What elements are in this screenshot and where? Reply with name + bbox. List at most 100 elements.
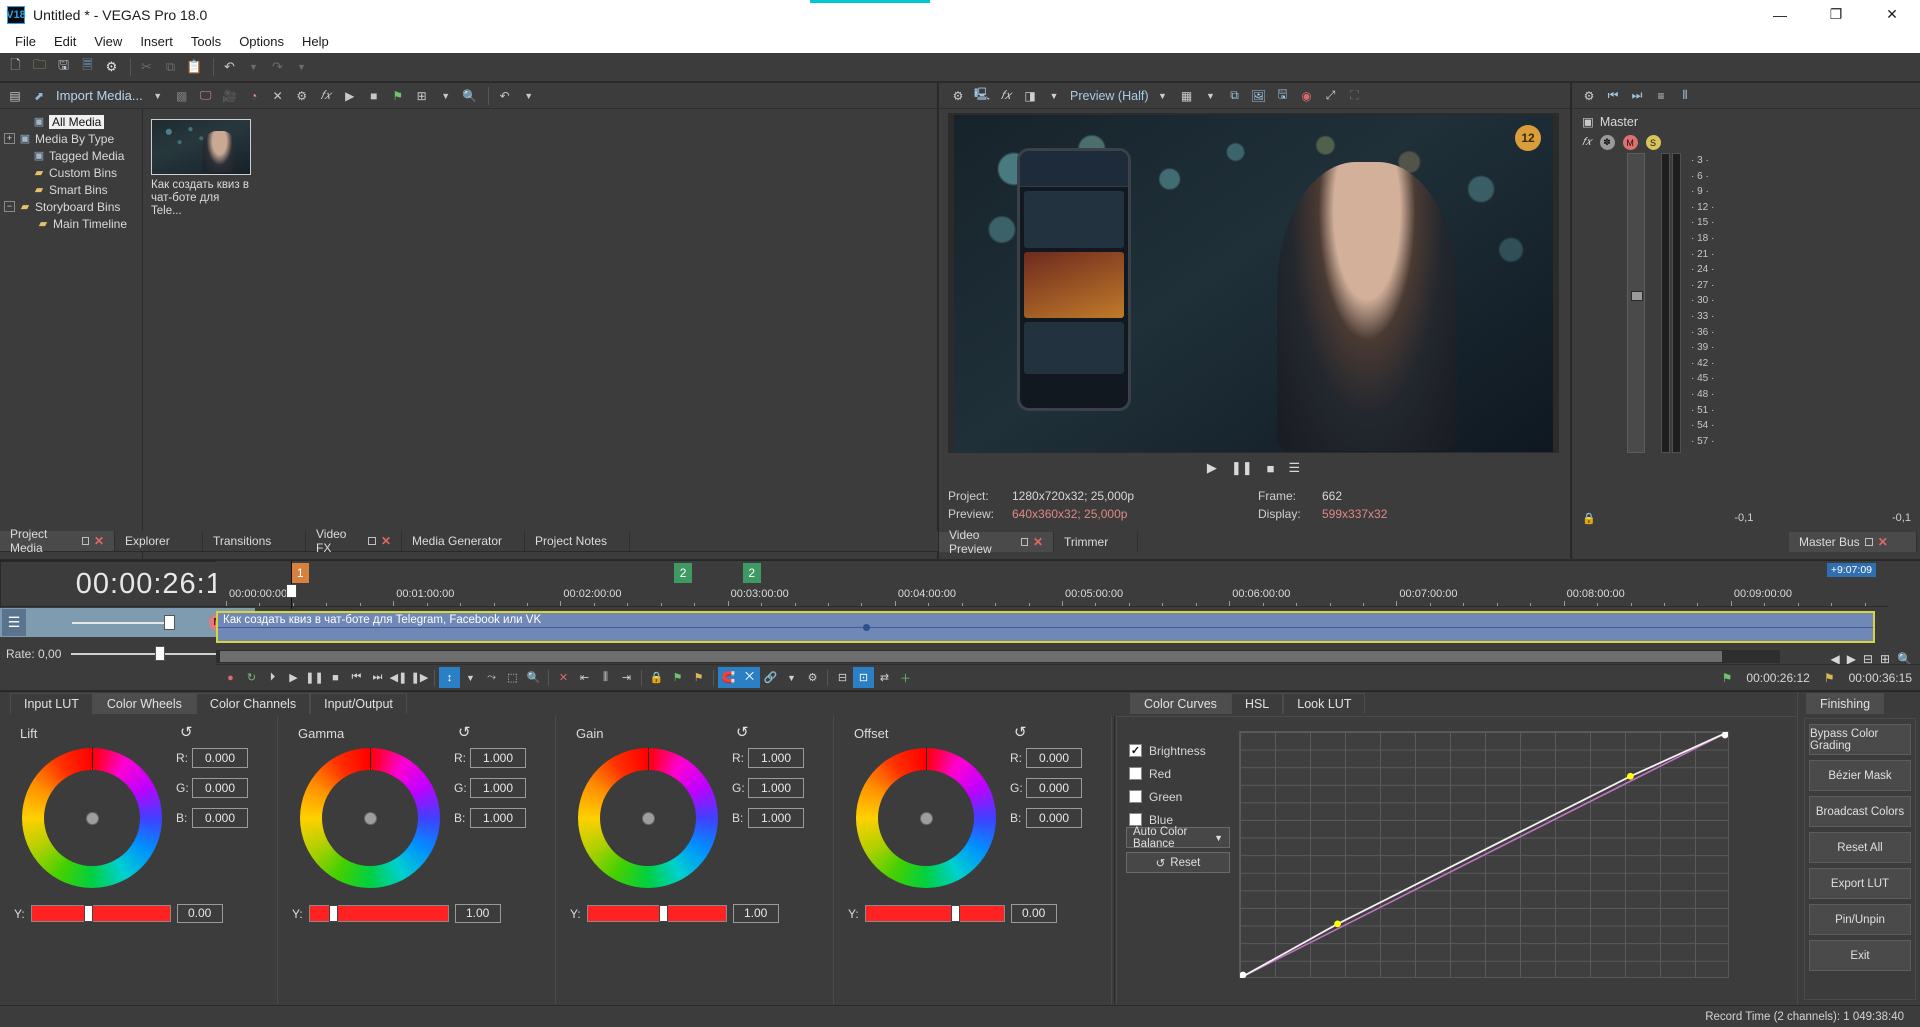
gamma-g-input[interactable]: 1.000 (470, 778, 526, 798)
color-curve-graph[interactable] (1239, 731, 1729, 978)
wheel-reset-icon[interactable]: ↺ (736, 723, 749, 741)
record-button[interactable]: ● (220, 667, 241, 688)
export-lut-button[interactable]: Export LUT (1809, 868, 1911, 899)
reset-curves-button[interactable]: ↺ Reset (1126, 852, 1230, 873)
timeline-horizontal-scrollbar[interactable] (216, 650, 1780, 663)
show-bus-tracks-icon[interactable]: ⦀ (1674, 85, 1696, 107)
y-slider-knob[interactable] (329, 905, 338, 922)
menu-help[interactable]: Help (293, 32, 338, 51)
offset-b-input[interactable]: 0.000 (1026, 808, 1082, 828)
tab-project-notes[interactable]: Project Notes (525, 531, 630, 551)
zoom-edit-tool-button[interactable]: 🔍 (523, 667, 544, 688)
tab-transitions[interactable]: Transitions (203, 531, 306, 551)
lift-y-slider[interactable] (30, 905, 171, 922)
tab-video-preview[interactable]: Video Preview ✕ (939, 528, 1054, 556)
lock-icon[interactable]: 🔒 (1582, 512, 1596, 525)
bezier-mask-button[interactable]: Bézier Mask (1809, 760, 1911, 791)
ripple-dropdown-icon[interactable]: ▼ (781, 667, 802, 688)
lift-y-input[interactable]: 0.00 (176, 904, 223, 923)
wheel-handle[interactable] (641, 811, 655, 825)
tab-project-media[interactable]: Project Media ✕ (0, 527, 115, 555)
marker-band[interactable]: 1 2 2 (216, 561, 1888, 586)
tab-trimmer[interactable]: Trimmer (1054, 532, 1138, 552)
media-item[interactable]: Как создать квиз в чат-боте для Tele... (151, 119, 251, 218)
curve-control-point[interactable] (1721, 732, 1728, 739)
wheel-handle[interactable] (85, 811, 99, 825)
slider-knob[interactable] (164, 615, 175, 630)
undo-icon[interactable]: ↶ (219, 57, 240, 78)
fullscreen-icon[interactable]: ⛶ (1344, 85, 1366, 107)
y-slider-knob[interactable] (659, 905, 669, 922)
loop-playback-button[interactable]: ↻ (241, 667, 262, 688)
offset-color-wheel[interactable] (856, 748, 996, 888)
wheel-handle[interactable] (363, 811, 377, 825)
normal-edit-tool-button[interactable]: ↕ (439, 667, 460, 688)
automation-settings-icon[interactable]: ✽ (1599, 135, 1615, 150)
project-properties-icon[interactable]: ⚙ (101, 57, 122, 78)
media-properties-icon[interactable]: ⚙ (291, 85, 313, 107)
media-fx-icon[interactable]: 𝑓𝑥 (315, 85, 337, 107)
envelope-edit-tool-button[interactable]: ⤳ (481, 667, 502, 688)
bin-row-media-by-type[interactable]: + ▣ Media By Type (0, 130, 142, 147)
search-media-icon[interactable]: 🔍 (459, 85, 481, 107)
previous-edit-button[interactable]: ⇤ (574, 667, 595, 688)
enable-snapping-button[interactable]: 🧲 (718, 667, 739, 688)
gain-r-input[interactable]: 1.000 (748, 748, 804, 768)
import-media-label[interactable]: Import Media... (52, 88, 147, 103)
tab-master-bus[interactable]: Master Bus ✕ (1789, 532, 1917, 552)
gain-color-wheel[interactable] (578, 748, 718, 888)
clip-envelope-point[interactable] (863, 624, 871, 631)
mixer-layout-icon[interactable]: ≡ (1650, 85, 1672, 107)
offset-r-input[interactable]: 0.000 (1026, 748, 1082, 768)
menu-options[interactable]: Options (230, 32, 293, 51)
bin-expander-plus-icon[interactable]: + (4, 133, 15, 144)
offset-y-input[interactable]: 0.00 (1010, 904, 1057, 923)
meter-fader[interactable] (1627, 153, 1645, 453)
gain-g-input[interactable]: 1.000 (748, 778, 804, 798)
save-project-icon[interactable]: 🖫 (53, 57, 74, 78)
automation-settings-button[interactable]: ⚙ (802, 667, 823, 688)
tab-explorer[interactable]: Explorer (115, 531, 203, 551)
preview-quality-dropdown-icon[interactable]: ▼ (1152, 85, 1174, 107)
wheel-reset-icon[interactable]: ↺ (458, 723, 471, 741)
tab-finishing[interactable]: Finishing (1806, 693, 1885, 714)
gain-y-input[interactable]: 1.00 (732, 904, 779, 923)
split-screen-view-icon[interactable]: ◨ (1019, 85, 1041, 107)
undo-dropdown-icon[interactable]: ▼ (243, 57, 264, 78)
audio-properties-icon[interactable]: ⚙ (1578, 85, 1600, 107)
timeline-cursor-head[interactable] (286, 584, 298, 598)
wheel-reset-icon[interactable]: ↺ (1014, 723, 1027, 741)
preview-menu-button[interactable]: ☰ (1289, 460, 1301, 476)
tab-color-curves[interactable]: Color Curves (1130, 693, 1231, 714)
track-menu-button[interactable]: ☰ (2, 609, 26, 636)
offset-g-input[interactable]: 0.000 (1026, 778, 1082, 798)
lift-g-input[interactable]: 0.000 (192, 778, 248, 798)
split-button[interactable]: ⫼ (595, 667, 616, 688)
curve-control-point[interactable] (1627, 772, 1634, 780)
bin-row-main-timeline[interactable]: ▰ Main Timeline (0, 215, 142, 232)
checkbox-green[interactable] (1129, 790, 1142, 803)
prev-bus-icon[interactable]: ⏮ (1602, 85, 1624, 107)
bin-row-all-media[interactable]: ▣ All Media (0, 113, 142, 130)
play-from-start-button[interactable]: ⏵ (262, 667, 283, 688)
wheel-handle[interactable] (919, 811, 933, 825)
project-media-views-icon[interactable]: ▤ (4, 85, 26, 107)
channel-green[interactable]: Green (1129, 785, 1206, 808)
paste-icon[interactable]: 📋 (184, 57, 205, 78)
gain-y-slider[interactable] (586, 905, 727, 922)
menu-view[interactable]: View (85, 32, 131, 51)
save-snapshot-icon[interactable]: 🖫 (1272, 85, 1294, 107)
go-to-end-button[interactable]: ⏭ (367, 667, 388, 688)
meter-fader-knob[interactable] (1631, 291, 1643, 302)
timeline-region-start[interactable]: 2 (674, 563, 693, 583)
copy-icon[interactable]: ⧉ (160, 57, 181, 78)
tag-media-icon[interactable]: ⚑ (387, 85, 409, 107)
menu-edit[interactable]: Edit (45, 32, 85, 51)
tab-input-output[interactable]: Input/Output (310, 693, 407, 714)
bin-row-storyboard-bins[interactable]: − ▰ Storyboard Bins (0, 198, 142, 215)
checkbox-brightness[interactable]: ✓ (1129, 744, 1142, 757)
cut-icon[interactable]: ✂ (136, 57, 157, 78)
render-as-icon[interactable]: 🗏 (77, 57, 98, 78)
edit-tool-dropdown-icon[interactable]: ▼ (460, 667, 481, 688)
timeline-marker-1[interactable]: 1 (291, 563, 310, 583)
